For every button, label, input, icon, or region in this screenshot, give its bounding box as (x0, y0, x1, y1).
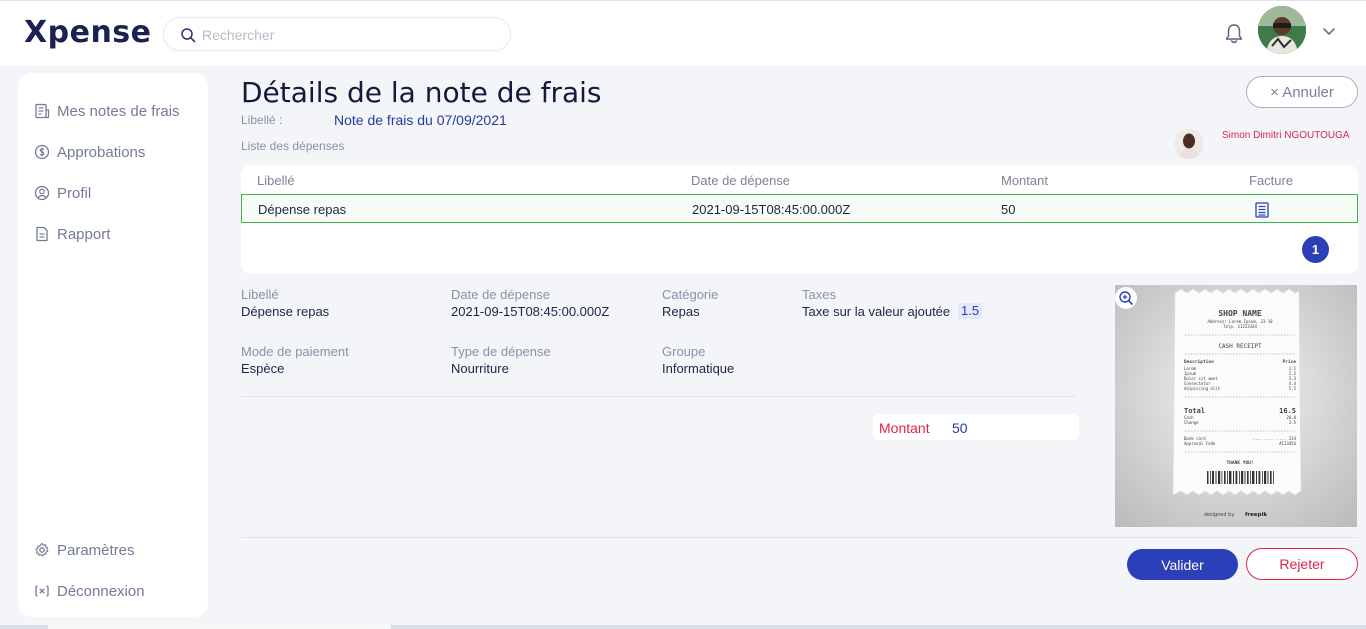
detail-categorie-label: Catégorie (662, 287, 719, 302)
expenses-table: Libellé Date de dépense Montant Facture … (241, 165, 1358, 274)
column-header: Date de dépense (691, 173, 791, 188)
submitter-avatar (1174, 129, 1204, 159)
horizontal-scrollbar[interactable] (0, 625, 1366, 629)
document-icon (36, 226, 48, 242)
search-box[interactable] (163, 17, 511, 51)
detail-libelle-label: Libellé (241, 287, 279, 302)
chevron-down-icon[interactable] (1322, 27, 1336, 37)
sidebar-item-rapport[interactable]: Rapport (34, 222, 110, 246)
receipt-item-price: 5.5 (1289, 386, 1297, 391)
detail-groupe-value: Informatique (662, 361, 735, 376)
sidebar-item-label: Profil (57, 184, 92, 202)
receipt-icon[interactable] (1255, 202, 1269, 218)
sidebar-item-label: Mes notes de frais (57, 102, 180, 120)
receipt-illustration: SHOP NAME Address: Lorem Ipsum, 23-10 Te… (1115, 285, 1357, 527)
detail-libelle-value: Dépense repas (241, 304, 330, 319)
invoice-image[interactable]: SHOP NAME Address: Lorem Ipsum, 23-10 Te… (1115, 285, 1357, 527)
column-header: Facture (1249, 173, 1294, 188)
submitter-photo (1174, 129, 1204, 159)
search-input[interactable] (202, 25, 492, 45)
libelle-label: Libellé : (241, 113, 283, 127)
receipt-approval-label: Approval Code (1184, 441, 1216, 446)
footer-divider (241, 537, 1358, 538)
sidebar-item-label: Paramètres (57, 541, 135, 559)
page-title: Détails de la note de frais (241, 76, 602, 109)
cell-montant: 50 (1001, 202, 1016, 217)
detail-date-label: Date de dépense (451, 287, 551, 302)
app-logo[interactable]: Xpense (24, 15, 152, 50)
receipt-credit-brand: freepik (1245, 512, 1267, 518)
avatar-photo (1258, 6, 1306, 54)
search-icon (181, 28, 196, 43)
detail-mode-value: Espèce (241, 361, 285, 376)
table-row[interactable]: Dépense repas 2021-09-15T08:45:00.000Z 5… (241, 194, 1358, 223)
detail-date-value: 2021-09-15T08:45:00.000Z (451, 304, 610, 319)
receipt-total-label: Total (1184, 407, 1205, 415)
receipt-change-label: Change (1184, 420, 1199, 425)
receipt-telp: Telp. 11223344 (1223, 324, 1257, 329)
column-header: Montant (1001, 173, 1048, 188)
receipt-thanks: THANK YOU! (1226, 460, 1253, 466)
receipt-total-value: 16.5 (1279, 407, 1296, 415)
sidebar-item-deconnexion[interactable]: Déconnexion (34, 579, 145, 603)
detail-taxes-label: Taxes (802, 287, 836, 302)
detail-mode-label: Mode de paiement (241, 344, 349, 359)
validate-button[interactable]: Valider (1127, 549, 1238, 580)
receipt-item-name: Adipiscing elit (1184, 386, 1221, 391)
reject-button[interactable]: Rejeter (1246, 548, 1358, 580)
sidebar-item-label: Approbations (57, 143, 146, 161)
dollar-circle-icon (34, 144, 50, 160)
sidebar-item-mes-notes[interactable]: Mes notes de frais (34, 99, 180, 123)
details-divider (241, 396, 1075, 397)
sidebar-item-label: Déconnexion (57, 582, 145, 600)
tax-rate-badge: 1.5 (958, 303, 983, 319)
pagination-page[interactable]: 1 (1302, 236, 1329, 263)
sidebar-item-profil[interactable]: Profil (34, 181, 91, 205)
cell-libelle: Dépense repas (258, 202, 347, 217)
sidebar: Mes notes de frais Approbations Profil R… (18, 73, 208, 617)
receipt-change-value: 3.5 (1289, 420, 1297, 425)
receipt-col-description: Description (1184, 359, 1214, 365)
sidebar-item-parametres[interactable]: Paramètres (34, 538, 135, 562)
gear-icon (35, 542, 49, 557)
top-bar: Xpense (0, 0, 1366, 66)
user-circle-icon (34, 185, 50, 201)
amount-label: Montant (879, 420, 930, 436)
bell-icon[interactable] (1224, 23, 1244, 45)
sidebar-item-approbations[interactable]: Approbations (34, 140, 145, 164)
receipt-approval-value: #123456 (1279, 441, 1296, 446)
submitter-name: Simon Dimitri NGOUTOUGA (1222, 130, 1350, 141)
libelle-value: Note de frais du 07/09/2021 (334, 112, 507, 128)
detail-groupe-label: Groupe (662, 344, 706, 359)
detail-type-label: Type de dépense (451, 344, 551, 359)
receipt-title: CASH RECEIPT (1218, 343, 1262, 350)
cell-date: 2021-09-15T08:45:00.000Z (692, 202, 851, 217)
sidebar-item-label: Rapport (57, 225, 111, 243)
detail-type-value: Nourriture (451, 361, 509, 376)
receipt-col-price: Price (1282, 359, 1296, 365)
receipt-credit: designed by (1204, 512, 1235, 518)
receipt-shop-name: SHOP NAME (1218, 309, 1262, 318)
scrollbar-thumb[interactable] (48, 625, 391, 629)
detail-taxes-value: Taxe sur la valeur ajoutée (802, 304, 951, 319)
zoom-in-icon[interactable] (1115, 287, 1137, 309)
expenses-list-label: Liste des dépenses (241, 139, 345, 153)
receipt-list-icon (35, 103, 50, 119)
amount-value: 50 (952, 420, 968, 436)
amount-summary: Montant 50 (873, 414, 1079, 440)
user-avatar[interactable] (1258, 6, 1306, 54)
column-header: Libellé (257, 173, 295, 188)
cancel-button[interactable]: × Annuler (1246, 76, 1358, 108)
logout-icon (35, 585, 49, 597)
detail-categorie-value: Repas (662, 304, 700, 319)
